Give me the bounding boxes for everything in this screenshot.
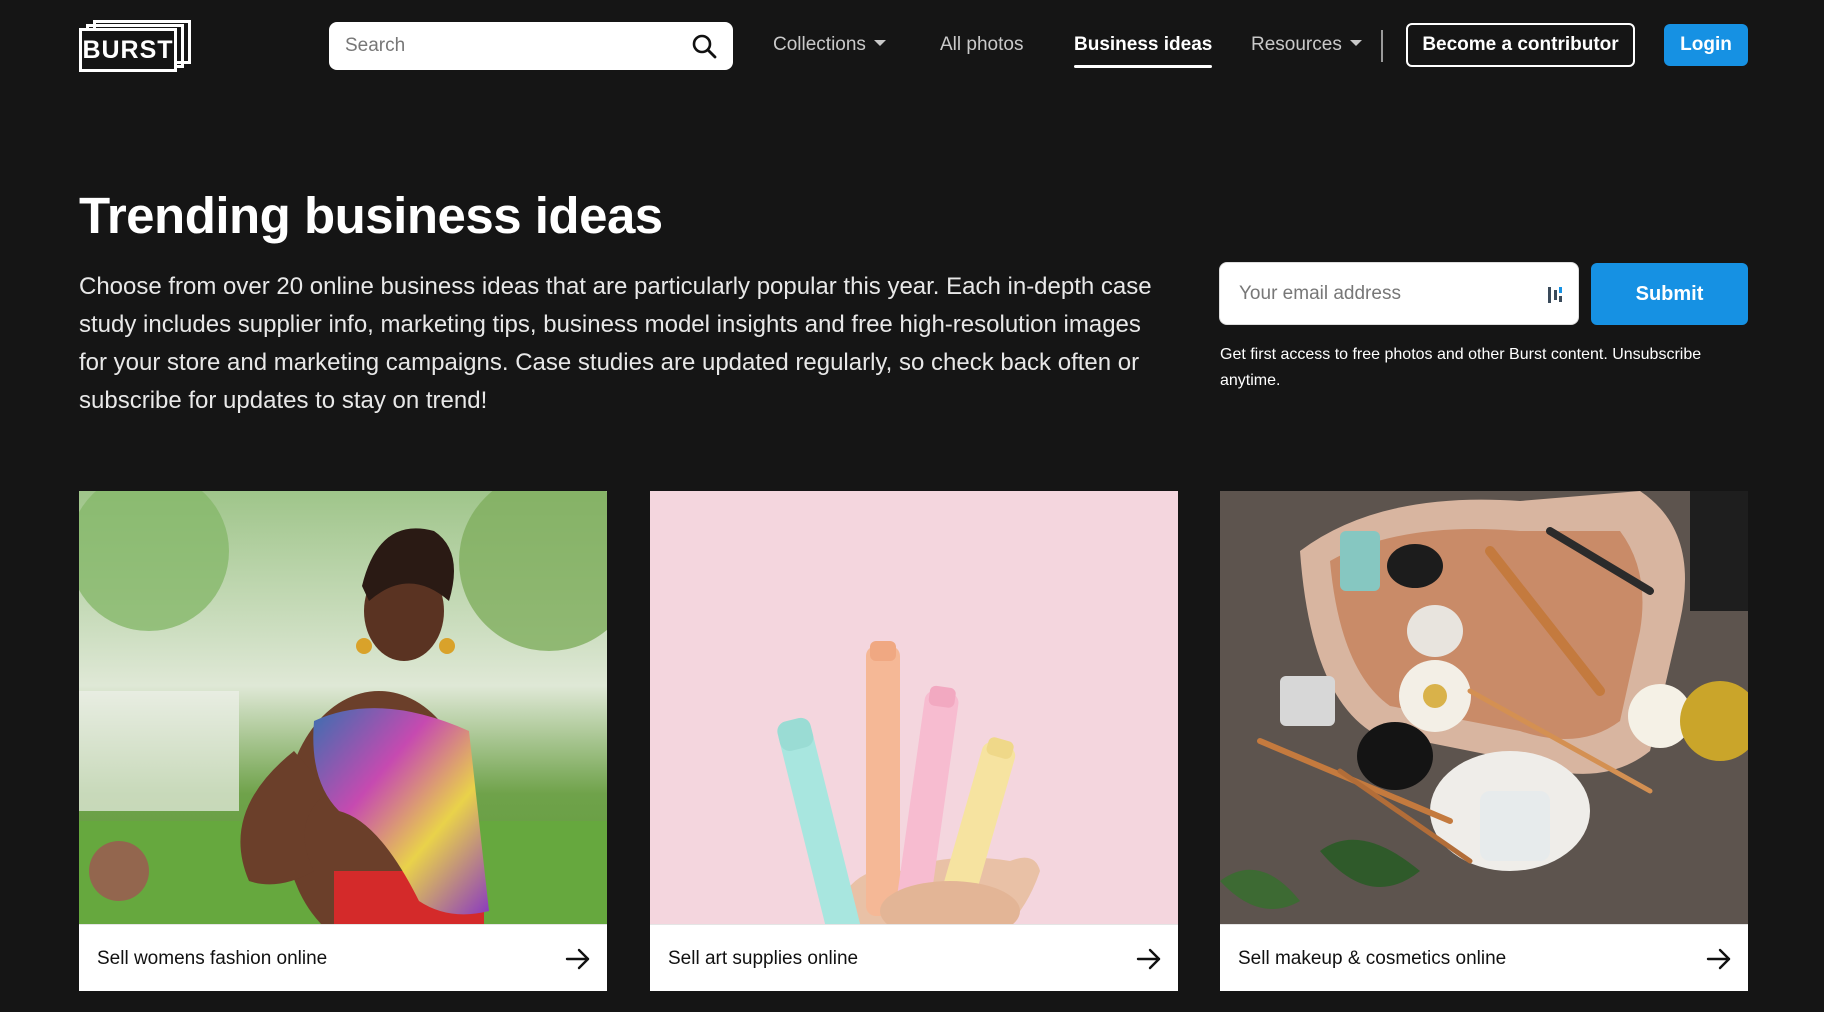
card-title: Sell womens fashion online (97, 948, 328, 969)
page-description: Choose from over 20 online business idea… (79, 273, 1152, 414)
card-caption: Sell art supplies online (650, 924, 1178, 991)
business-idea-card[interactable]: Sell womens fashion online (79, 491, 607, 991)
pastel-markers-photo[interactable] (650, 491, 1178, 924)
woman-in-colorful-scarf-photo[interactable] (79, 491, 607, 924)
submit-button[interactable]: Submit (1591, 263, 1748, 325)
email-box (1219, 262, 1579, 325)
search-icon[interactable] (691, 33, 717, 59)
burst-logo[interactable]: BURST (79, 20, 191, 72)
logo-text: BURST (79, 28, 177, 72)
chevron-down-icon (1349, 39, 1362, 46)
arrow-right-icon[interactable] (1136, 946, 1162, 972)
nav-resources-label: Resources (1251, 34, 1342, 55)
business-idea-card[interactable]: Sell art supplies online (650, 491, 1178, 991)
nav-resources[interactable]: Resources (1251, 30, 1362, 62)
login-button[interactable]: Login (1664, 24, 1748, 66)
nav-all-photos-label: All photos (940, 34, 1024, 55)
nav-business-ideas-label: Business ideas (1074, 34, 1213, 55)
search-input[interactable] (329, 22, 669, 70)
search-box (329, 22, 733, 70)
nav-collections-label: Collections (773, 34, 866, 55)
nav-divider (1381, 30, 1383, 62)
become-contributor-button[interactable]: Become a contributor (1406, 23, 1635, 67)
card-caption: Sell womens fashion online (79, 924, 607, 991)
arrow-right-icon[interactable] (1706, 946, 1732, 972)
nav-business-ideas[interactable]: Business ideas (1074, 30, 1213, 68)
password-manager-icon[interactable] (1548, 285, 1562, 305)
nav-all-photos[interactable]: All photos (940, 30, 1023, 62)
card-title: Sell makeup & cosmetics online (1238, 948, 1507, 969)
nav-collections[interactable]: Collections (773, 30, 886, 62)
makeup-flatlay-photo[interactable] (1220, 491, 1748, 924)
top-navbar: BURST Collections All photos Business id… (0, 0, 1824, 92)
business-idea-card[interactable]: Sell makeup & cosmetics online (1220, 491, 1748, 991)
chevron-down-icon (873, 39, 886, 46)
subscribe-note: Get first access to free photos and othe… (1220, 346, 1702, 389)
arrow-right-icon[interactable] (565, 946, 591, 972)
page-title: Trending business ideas (79, 187, 663, 244)
email-input[interactable] (1220, 263, 1520, 324)
card-title: Sell art supplies online (668, 948, 859, 969)
card-caption: Sell makeup & cosmetics online (1220, 924, 1748, 991)
page: BURST Collections All photos Business id… (0, 0, 1824, 1012)
